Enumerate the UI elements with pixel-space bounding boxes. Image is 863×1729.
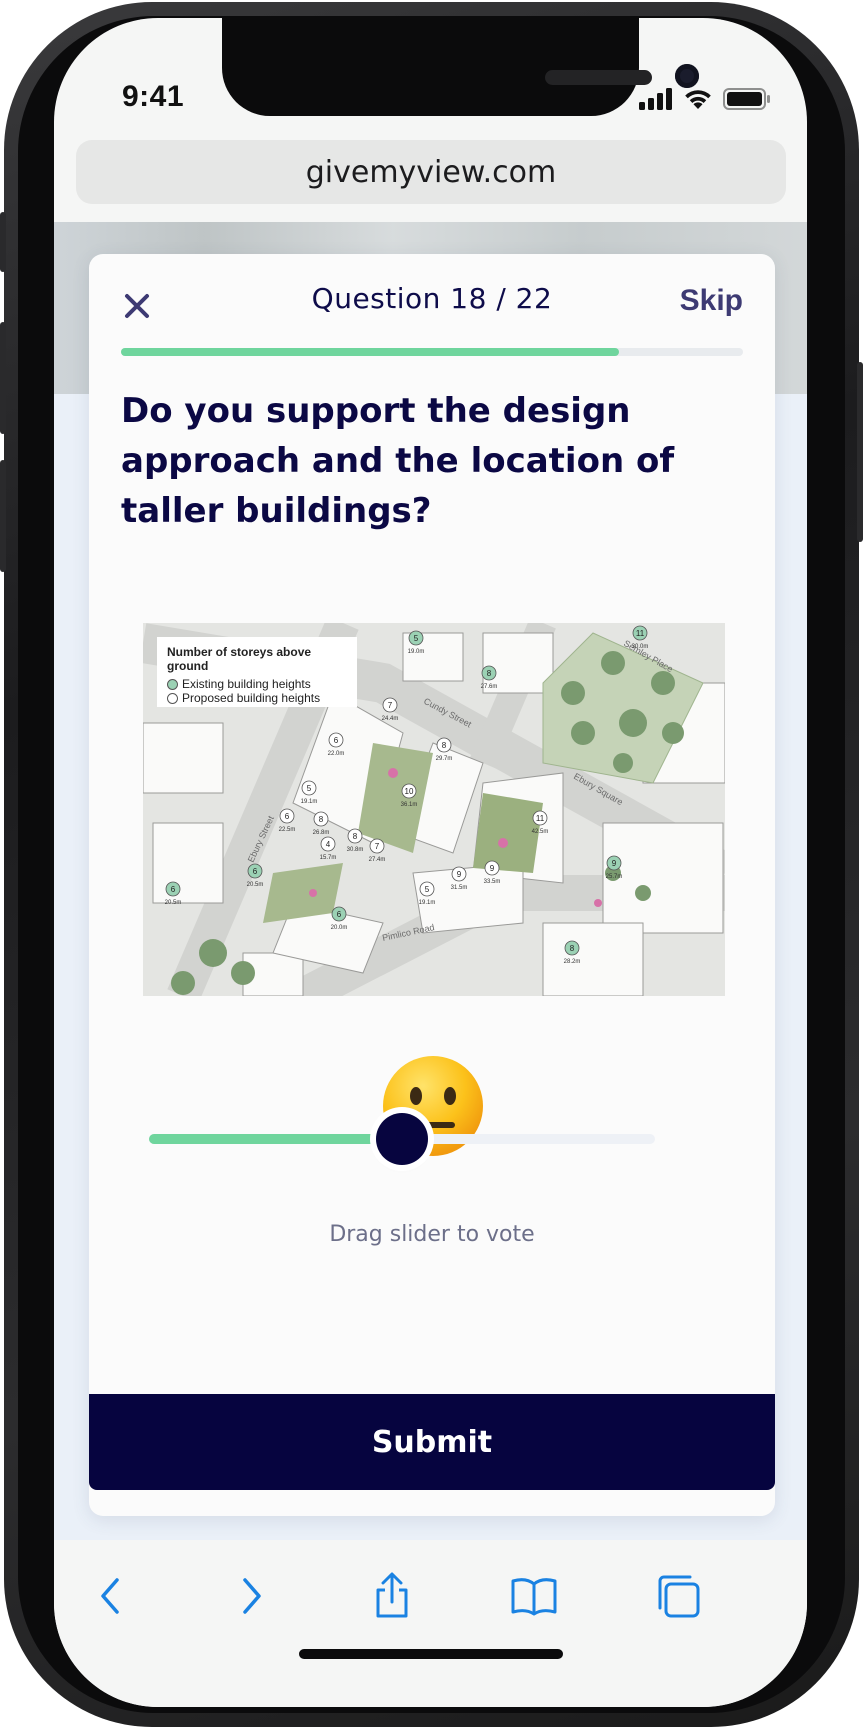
svg-text:8: 8 — [570, 944, 575, 953]
volume-down-button — [0, 460, 6, 572]
progress-bar — [121, 348, 743, 356]
svg-text:5: 5 — [414, 634, 419, 643]
map-legend-proposed: Proposed building heights — [167, 691, 347, 705]
svg-text:24.4m: 24.4m — [382, 716, 399, 722]
svg-text:5: 5 — [425, 885, 430, 894]
share-icon — [376, 1572, 408, 1618]
map-legend-title: Number of storeys above ground — [167, 645, 312, 673]
front-camera — [675, 64, 699, 88]
svg-text:22.5m: 22.5m — [279, 827, 296, 833]
existing-dot-icon — [167, 678, 178, 690]
svg-text:7: 7 — [388, 701, 393, 710]
svg-text:6: 6 — [253, 867, 258, 876]
svg-text:20.5m: 20.5m — [247, 882, 264, 888]
svg-text:9: 9 — [490, 864, 495, 873]
progress-bar-fill — [121, 348, 619, 356]
tabs-button[interactable] — [650, 1568, 706, 1624]
svg-text:11: 11 — [536, 814, 545, 823]
home-indicator — [299, 1649, 563, 1659]
svg-text:31.5m: 31.5m — [451, 885, 468, 891]
share-button[interactable] — [364, 1568, 420, 1624]
svg-text:6: 6 — [171, 885, 176, 894]
map-legend-existing-label: Existing building heights — [182, 677, 311, 691]
site-plan-image: Cundy Street Semley Place Ebury Square E… — [143, 623, 725, 996]
bookmarks-button[interactable] — [506, 1568, 562, 1624]
browser-toolbar — [54, 1540, 807, 1707]
svg-text:8: 8 — [319, 815, 324, 824]
screen: 9:41 givemyview.com Question 18 / 22 Ski… — [54, 18, 807, 1707]
svg-text:30.8m: 30.8m — [347, 847, 364, 853]
forward-icon — [243, 1578, 261, 1614]
question-card: Question 18 / 22 Skip Do you support the… — [89, 254, 775, 1516]
cellular-signal-icon — [639, 88, 672, 110]
forward-button[interactable] — [224, 1568, 280, 1624]
svg-text:29.7m: 29.7m — [436, 756, 453, 762]
svg-text:8: 8 — [442, 741, 447, 750]
proposed-dot-icon — [167, 692, 178, 704]
svg-text:36.1m: 36.1m — [401, 802, 418, 808]
svg-text:10: 10 — [405, 787, 414, 796]
svg-text:15.7m: 15.7m — [320, 855, 337, 861]
svg-text:9: 9 — [612, 859, 617, 868]
status-icons — [639, 88, 771, 110]
slider-hint: Drag slider to vote — [329, 1222, 535, 1247]
svg-text:20.5m: 20.5m — [165, 900, 182, 906]
question-text: Do you support the design approach and t… — [121, 391, 675, 531]
svg-text:27.6m: 27.6m — [481, 684, 498, 690]
svg-text:6: 6 — [285, 812, 290, 821]
question-counter: Question 18 / 22 — [311, 282, 553, 315]
url-text: givemyview.com — [305, 154, 557, 190]
address-bar[interactable]: givemyview.com — [76, 140, 786, 204]
svg-text:33.5m: 33.5m — [484, 879, 501, 885]
bookmarks-icon — [511, 1578, 557, 1616]
svg-text:4: 4 — [326, 840, 331, 849]
notch — [222, 18, 699, 116]
slider-fill — [149, 1134, 402, 1144]
svg-text:9: 9 — [457, 870, 462, 879]
svg-text:5: 5 — [307, 784, 312, 793]
wifi-icon — [685, 90, 711, 109]
speaker-grille — [545, 70, 652, 85]
vote-slider[interactable] — [149, 1109, 655, 1169]
skip-button[interactable]: Skip — [680, 284, 743, 318]
svg-text:27.4m: 27.4m — [369, 857, 386, 863]
battery-icon — [723, 88, 770, 110]
map-legend-proposed-label: Proposed building heights — [182, 691, 321, 705]
svg-text:7: 7 — [375, 842, 380, 851]
slider-thumb[interactable] — [376, 1113, 428, 1165]
svg-text:19.0m: 19.0m — [408, 649, 425, 655]
back-icon — [101, 1578, 119, 1614]
silent-switch — [0, 212, 6, 272]
svg-text:22.0m: 22.0m — [328, 751, 345, 757]
svg-text:6: 6 — [337, 910, 342, 919]
svg-text:20.0m: 20.0m — [331, 925, 348, 931]
svg-text:26.8m: 26.8m — [313, 830, 330, 836]
svg-text:19.1m: 19.1m — [301, 799, 318, 805]
svg-text:19.1m: 19.1m — [419, 900, 436, 906]
status-time: 9:41 — [122, 80, 185, 113]
power-button — [857, 362, 863, 542]
map-legend-existing: Existing building heights — [167, 677, 347, 691]
svg-text:28.2m: 28.2m — [564, 959, 581, 965]
map-legend: Number of storeys above ground Existing … — [157, 637, 357, 707]
svg-text:6: 6 — [334, 736, 339, 745]
svg-text:30.0m: 30.0m — [632, 644, 649, 650]
svg-text:11: 11 — [636, 629, 645, 638]
volume-up-button — [0, 322, 6, 434]
back-button[interactable] — [82, 1568, 138, 1624]
svg-text:8: 8 — [353, 832, 358, 841]
svg-text:42.5m: 42.5m — [532, 829, 549, 835]
svg-text:25.7m: 25.7m — [606, 874, 623, 880]
svg-text:8: 8 — [487, 669, 492, 678]
tabs-icon — [658, 1575, 700, 1618]
submit-button[interactable]: Submit — [89, 1394, 775, 1490]
